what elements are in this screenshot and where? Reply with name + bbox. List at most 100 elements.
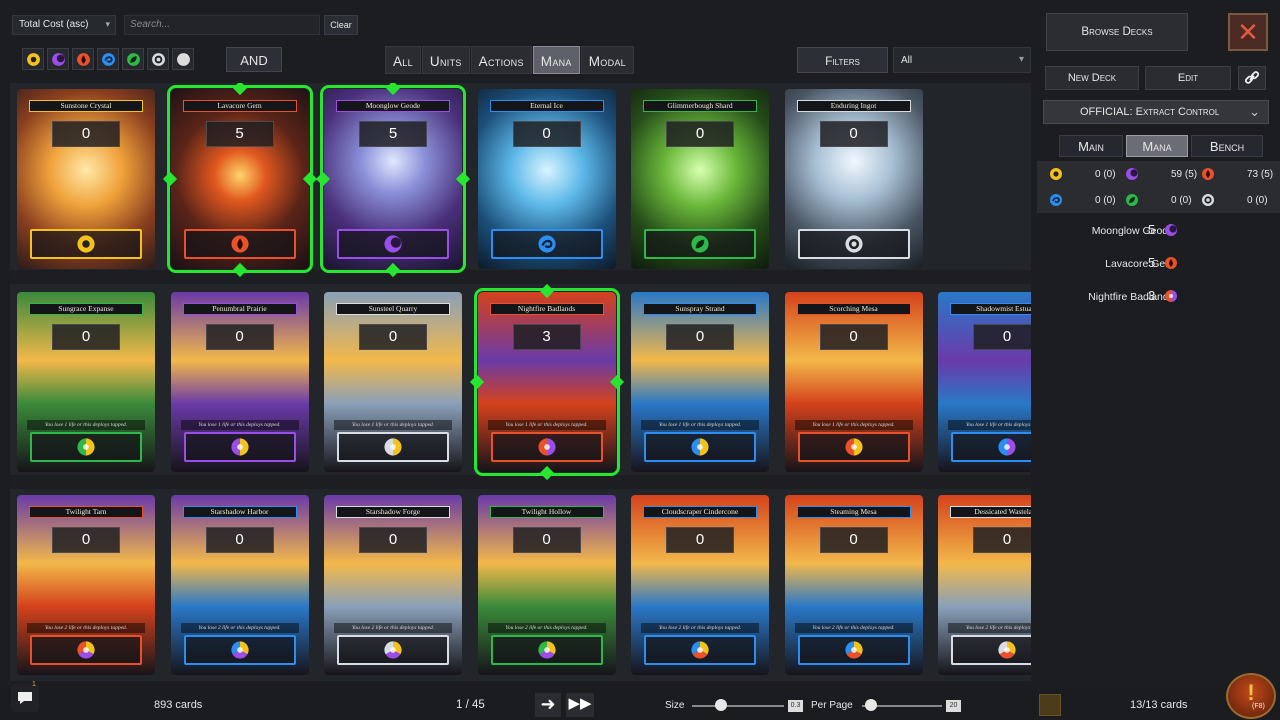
- card-rules-text: You lose 1 life or this deploys tapped.: [487, 420, 606, 430]
- tab-all[interactable]: All: [385, 46, 421, 74]
- moon-fire-icon: [1164, 289, 1178, 306]
- link-icon[interactable]: [1238, 66, 1266, 90]
- card-cost: 0: [512, 527, 581, 553]
- mana-card[interactable]: Dessicated Wasteland 0 You lose 2 life or …: [938, 495, 1031, 675]
- row-divider: [10, 475, 1031, 489]
- mana-card[interactable]: Nightfire Badlands 3 You lose 1 life or th…: [473, 288, 620, 476]
- mana-card[interactable]: Moonglow Geode 5: [320, 85, 466, 273]
- card-grid: Sunstone Crystal 0 Lavacore Gem 5 Moonglow G…: [10, 83, 1031, 681]
- deck-tab-mana[interactable]: Mana: [1126, 135, 1188, 157]
- card-cost: 5: [359, 121, 427, 147]
- mana-count-void: 0 (0): [1201, 187, 1280, 213]
- card-mana-icon: [183, 432, 296, 462]
- type-tabs: All Units Actions Mana Modal: [385, 46, 635, 74]
- mana-card[interactable]: Starshadow Harbor 0 You lose 2 life or thi…: [170, 495, 309, 675]
- card-cost: 0: [666, 527, 734, 553]
- card-cost: 0: [52, 324, 120, 350]
- leaf-filter-icon[interactable]: [122, 48, 144, 70]
- tab-units[interactable]: Units: [421, 46, 470, 74]
- filters-button[interactable]: Filters: [797, 47, 888, 73]
- mana-count-value: 73 (5): [1247, 168, 1274, 180]
- card-cost: 0: [359, 324, 427, 350]
- mana-card[interactable]: Shadowmist Estuary 0 You lose 1 life or th…: [938, 292, 1031, 472]
- close-icon[interactable]: ✕: [1228, 13, 1268, 51]
- mana-card[interactable]: Starshadow Forge 0 You lose 2 life or this…: [324, 495, 462, 675]
- card-cost: 0: [973, 324, 1031, 350]
- filter-select[interactable]: All ▾: [893, 47, 1031, 73]
- search-input[interactable]: Search...: [124, 15, 320, 35]
- size-label: Size: [665, 700, 685, 711]
- card-cost: 0: [205, 324, 274, 350]
- mana-card[interactable]: Eternal Ice 0: [477, 89, 616, 269]
- tab-mana[interactable]: Mana: [532, 46, 580, 74]
- water-filter-icon[interactable]: [97, 48, 119, 70]
- card-name: Sungrace Expanse: [29, 303, 143, 315]
- browse-decks-button[interactable]: Browse Decks: [1046, 13, 1188, 51]
- card-rules-text: You lose 2 life or this deploys tapped.: [794, 623, 913, 633]
- card-name: Nightfire Badlands: [489, 303, 604, 315]
- mana-count-sun: 0 (0): [1049, 161, 1129, 187]
- card-cost: 0: [666, 324, 734, 350]
- card-mana-icon: [951, 635, 1031, 665]
- card-rules-text: You lose 2 life or this deploys tapped.: [180, 623, 299, 633]
- last-page-icon[interactable]: ▶▶: [566, 693, 594, 717]
- card-name: Penumbral Prairie: [182, 303, 297, 315]
- mana-card[interactable]: Sunsteel Quarry 0 You lose 1 life or this …: [324, 292, 462, 472]
- card-name: Starshadow Harbor: [182, 506, 297, 518]
- deck-list-row[interactable]: Nightfire Badlands 3: [1037, 282, 1280, 315]
- deck-tab-bench[interactable]: Bench: [1191, 135, 1263, 157]
- card-rules-text: You lose 2 life or this deploys tapped.: [487, 623, 606, 633]
- clear-button[interactable]: Clear: [324, 15, 358, 35]
- per-page-value: 20: [946, 700, 961, 712]
- mana-card[interactable]: Twilight Tarn 0 You lose 2 life or this de…: [17, 495, 155, 675]
- collection-card-count: 893 cards: [154, 699, 203, 711]
- mana-card[interactable]: Glimmerbough Shard 0: [631, 89, 769, 269]
- card-cost: 0: [52, 121, 120, 147]
- card-cost: 0: [359, 527, 427, 553]
- mana-card[interactable]: Lavacore Gem 5: [166, 85, 313, 273]
- chat-badge: 1: [32, 681, 36, 688]
- fire-filter-icon[interactable]: [72, 48, 94, 70]
- size-slider[interactable]: [692, 705, 784, 707]
- sun-filter-icon[interactable]: [22, 48, 44, 70]
- card-rules-text: You lose 2 life or this deploys tapped.: [948, 623, 1031, 633]
- mana-card[interactable]: Enduring Ingot 0: [784, 89, 923, 269]
- bench-icon[interactable]: [1039, 694, 1061, 716]
- tab-actions[interactable]: Actions: [470, 46, 532, 74]
- next-page-icon[interactable]: ➜: [535, 693, 561, 717]
- mana-card[interactable]: Steaming Mesa 0 You lose 2 life or this de…: [784, 495, 923, 675]
- deck-list-row[interactable]: Lavacore Gem 5: [1037, 249, 1280, 282]
- card-mana-icon: [30, 229, 142, 259]
- card-rules-text: You lose 1 life or this deploys tapped.: [180, 420, 299, 430]
- deck-list-row[interactable]: Moonglow Geode 5: [1037, 216, 1280, 249]
- card-cost: 3: [512, 324, 581, 350]
- sort-select[interactable]: Total Cost (asc) ▾: [12, 15, 116, 35]
- mana-card[interactable]: Twilight Hollow 0 You lose 2 life or this …: [477, 495, 616, 675]
- card-name: Scorching Mesa: [796, 303, 911, 315]
- mana-card[interactable]: Sunspray Strand 0 You lose 1 life or this …: [631, 292, 769, 472]
- card-mana-icon: [951, 432, 1031, 462]
- fire-icon: [1164, 256, 1178, 273]
- new-deck-button[interactable]: New Deck: [1045, 66, 1139, 90]
- mana-count-value: 0 (0): [1095, 168, 1116, 180]
- mana-card[interactable]: Scorching Mesa 0 You lose 1 life or this d…: [784, 292, 923, 472]
- and-toggle-button[interactable]: AND: [226, 47, 282, 72]
- card-cost: 0: [666, 121, 734, 147]
- mana-card[interactable]: Sunstone Crystal 0: [17, 89, 155, 269]
- tab-modal[interactable]: Modal: [580, 46, 634, 74]
- colorless-filter-icon[interactable]: [172, 48, 194, 70]
- card-mana-icon: [183, 635, 296, 665]
- moon-filter-icon[interactable]: [47, 48, 69, 70]
- deck-tab-main[interactable]: Main: [1059, 135, 1123, 157]
- card-mana-icon: [30, 635, 142, 665]
- deck-card-name: Moonglow Geode: [1091, 225, 1174, 237]
- void-filter-icon[interactable]: [147, 48, 169, 70]
- deck-select[interactable]: OFFICIAL: Extract Control ⌄: [1043, 100, 1269, 124]
- chat-icon[interactable]: [11, 684, 39, 712]
- mana-card[interactable]: Sungrace Expanse 0 You lose 1 life or this…: [17, 292, 155, 472]
- mana-card[interactable]: Penumbral Prairie 0 You lose 1 life or thi…: [170, 292, 309, 472]
- size-slider-handle[interactable]: [714, 699, 727, 711]
- report-alert-button[interactable]: ! (F8): [1226, 673, 1276, 719]
- edit-deck-button[interactable]: Edit: [1145, 66, 1231, 90]
- mana-card[interactable]: Cloudscraper Cindercone 0 You lose 2 life …: [631, 495, 769, 675]
